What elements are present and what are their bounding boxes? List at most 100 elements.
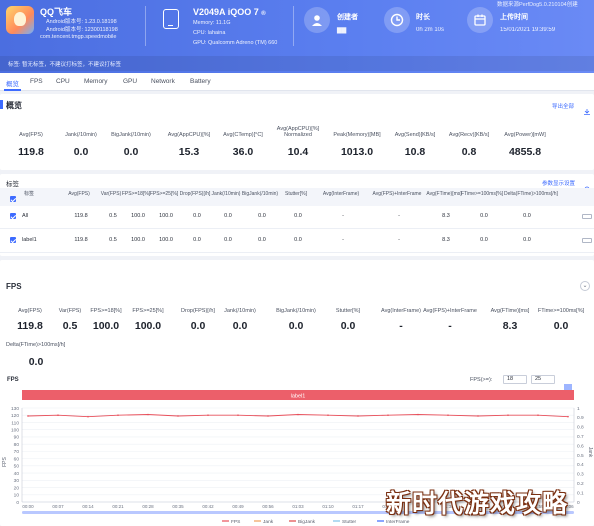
fps-point [87,415,89,418]
header-divider [293,6,294,46]
table-column-header[interactable]: Delta(FTime)>100ms[/h] [504,191,558,197]
fps-point [207,414,209,417]
table-column-header[interactable]: FTime>=100ms[%] [461,191,503,197]
overview-metric-value: 0.0 [123,146,139,158]
tab-network[interactable]: Network [151,78,175,85]
duration-value: 0h 2m 10s [416,27,445,33]
fps-chart-label: FPS [7,377,19,383]
x-tick-label: 00:21 [112,504,124,509]
fps-point [357,415,359,417]
x-tick-label: 01:10 [322,504,334,509]
app-version-line: Android版本号: 12300118198 [46,27,118,33]
fps-threshold-25-input[interactable]: 25 [531,375,555,384]
y-tick-label: 90 [14,435,20,441]
y-axis-title: FPS [2,456,8,466]
legend-entry: Stutter [342,519,357,525]
x-tick-label: 00:14 [82,504,94,509]
fps-threshold-18-input[interactable]: 18 [503,375,527,384]
table-column-header[interactable]: 标签 [14,191,44,197]
x-tick-label: 00:00 [22,504,34,509]
label-band-text: label1 [291,394,306,400]
y-tick-label: 110 [11,420,19,426]
table-column-header[interactable]: Avg(FPS)+InterFrame [368,191,426,197]
fps-point [567,415,569,418]
table-column-header[interactable]: Avg(FTime)[ms] [423,191,465,197]
tab-overview[interactable]: 概览 [4,78,21,91]
user-icon [304,7,330,33]
y-tick-label: 40 [14,471,20,477]
tab-memory[interactable]: Memory [84,78,107,85]
device-badge: ® [261,11,266,17]
y-tick-label: 30 [14,478,20,484]
clock-icon [384,7,410,33]
report-header: QQ飞车 Android版本号: 1.23.0.18198 Android版本号… [0,0,594,73]
right-tick-label: 0.7 [577,434,584,440]
creator-label: 创建者 [337,14,358,21]
x-tick-label: 01:17 [352,504,364,509]
table-column-header[interactable]: Avg(InterFrame) [312,191,370,197]
y-tick-label: 130 [11,406,19,412]
table-column-header[interactable]: Stutter[%] [275,191,317,197]
overview-metric-value: 36.0 [232,146,254,158]
right-tick-label: 0.1 [577,490,584,496]
fps-metric-label: FTime>=100ms[%] [537,308,585,314]
upload-label: 上传时间 [500,14,528,21]
fps-point [447,414,449,417]
overview-metric-label: Peak(Memory)[MB] [333,132,381,138]
tab-cpu[interactable]: CPU [56,78,70,85]
row-checkbox[interactable] [10,213,16,219]
right-tick-label: 1 [577,406,580,412]
table-cell: 0.0 [294,237,302,243]
tab-battery[interactable]: Battery [190,78,211,85]
fps-point [237,414,239,417]
fps-point [387,414,389,417]
overview-metric-label: Avg(Power)[mW] [504,132,546,138]
select-all-checkbox[interactable] [10,196,16,202]
phone-icon [163,9,179,29]
fps-metric-value: 0.0 [553,320,569,332]
app-version-line: Android版本号: 1.23.0.18198 [46,19,117,25]
row-divider [0,228,594,229]
tab-fps[interactable]: FPS [30,78,43,85]
fps-title: FPS [6,282,22,291]
export-icon[interactable] [584,102,590,115]
fps-metric-label: Jank(/10min) [224,308,256,314]
creator-value: ▇▇ [337,28,347,34]
overview-title: 概览 [6,101,22,110]
upload-value: 15/01/2021 19:39:59 [500,27,556,33]
y-tick-label: 100 [11,427,19,433]
settings-icon[interactable] [584,179,590,192]
row-toggle[interactable] [582,213,592,219]
overview-metric-value: 10.4 [287,146,309,158]
overview-metric-value: 4855.8 [508,146,542,158]
y-tick-label: 50 [14,464,20,470]
app-package: com.tencent.tmgp.speedmobile [40,34,117,40]
row-label-name: label1 [22,237,37,243]
fps-metric-label: Avg(FPS)+InterFrame [423,308,477,314]
right-tick-label: 0.4 [577,462,584,468]
table-cell: - [342,237,344,243]
chart-menu-icon[interactable] [564,377,572,390]
header-divider [145,6,146,46]
overview-metric-value: 10.8 [404,146,426,158]
duration-label: 时长 [416,14,430,21]
table-cell: 8.3 [442,237,450,243]
y-tick-label: 20 [14,485,20,491]
chevron-down-icon[interactable]: ⌄ [580,281,590,291]
row-toggle[interactable] [582,237,592,243]
param-settings-link[interactable]: 参数显示设置 [542,179,575,187]
overview-metric-value: 1013.0 [340,146,374,158]
device-memory: Memory: 11.1G [193,20,231,26]
overview-metric-value: 0.8 [461,146,477,158]
export-all-link[interactable]: 导出全部 [552,102,574,110]
device-cpu: CPU: lahaina [193,30,226,36]
table-cell: 0.0 [523,237,531,243]
right-tick-label: 0.5 [577,453,584,459]
tab-gpu[interactable]: GPU [123,78,137,85]
overview-metric-value: 15.3 [178,146,200,158]
table-cell: - [342,213,344,219]
row-checkbox[interactable] [10,237,16,243]
x-tick-label: 00:42 [202,504,214,509]
table-cell: - [398,237,400,243]
row-label-name: All [22,213,29,219]
